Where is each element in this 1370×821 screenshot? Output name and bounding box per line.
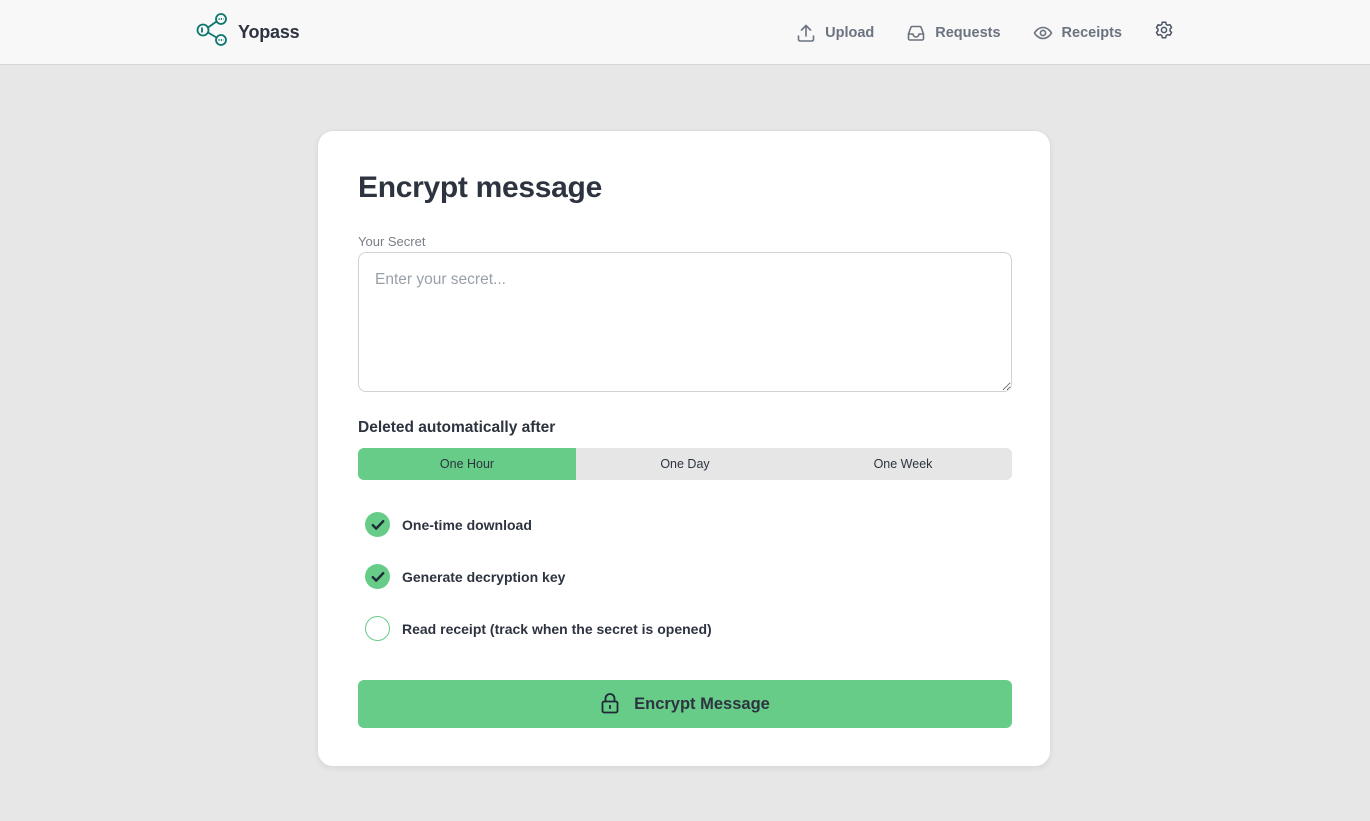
- expiry-option-one-hour[interactable]: One Hour: [358, 448, 576, 480]
- check-icon: [371, 571, 384, 582]
- generate-key-checkbox[interactable]: [365, 564, 390, 589]
- read-receipt-checkbox[interactable]: [365, 616, 390, 641]
- share-nodes-icon: [196, 12, 228, 52]
- encrypt-message-button[interactable]: Encrypt Message: [358, 680, 1012, 728]
- upload-icon: [796, 23, 816, 43]
- check-icon: [371, 519, 384, 530]
- top-navbar: Yopass Upload Requests Receipts: [0, 0, 1370, 65]
- nav-receipts-label: Receipts: [1061, 24, 1122, 41]
- nav-upload-link[interactable]: Upload: [796, 21, 874, 45]
- brand-logo-link[interactable]: Yopass: [196, 12, 300, 52]
- lock-icon: [600, 692, 620, 717]
- one-time-download-checkbox[interactable]: [365, 512, 390, 537]
- gear-icon: [1154, 20, 1174, 45]
- brand-name: Yopass: [238, 21, 300, 42]
- nav-requests-link[interactable]: Requests: [906, 21, 1001, 45]
- inbox-icon: [906, 23, 926, 43]
- encrypt-card: Encrypt message Your Secret Deleted auto…: [317, 130, 1051, 767]
- option-read-receipt[interactable]: Read receipt (track when the secret is o…: [365, 616, 712, 641]
- eye-icon: [1033, 23, 1053, 43]
- nav-upload-label: Upload: [825, 24, 875, 41]
- generate-key-label: Generate decryption key: [402, 568, 566, 585]
- read-receipt-label: Read receipt (track when the secret is o…: [402, 620, 712, 637]
- nav-receipts-link[interactable]: Receipts: [1033, 21, 1122, 45]
- expiry-option-one-day[interactable]: One Day: [576, 448, 794, 480]
- settings-button[interactable]: [1154, 20, 1174, 45]
- option-generate-key[interactable]: Generate decryption key: [365, 564, 565, 589]
- one-time-download-label: One-time download: [402, 516, 532, 533]
- expiry-option-one-week[interactable]: One Week: [794, 448, 1012, 480]
- encrypt-message-label: Encrypt Message: [634, 694, 770, 713]
- nav-links: Upload Requests Receipts: [796, 20, 1174, 45]
- expiry-label: Deleted automatically after: [358, 419, 556, 436]
- option-one-time-download[interactable]: One-time download: [365, 512, 532, 537]
- secret-label: Your Secret: [358, 234, 426, 249]
- nav-requests-label: Requests: [935, 24, 1001, 41]
- secret-input[interactable]: [358, 252, 1012, 392]
- page-title: Encrypt message: [358, 171, 602, 204]
- expiry-selector: One Hour One Day One Week: [358, 448, 1012, 480]
